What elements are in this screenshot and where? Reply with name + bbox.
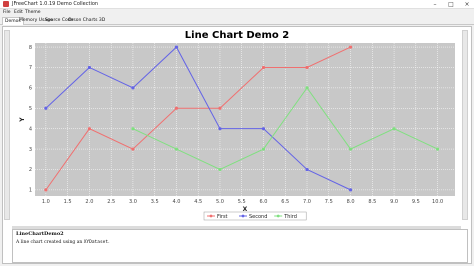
data-point-second	[218, 127, 222, 131]
x-tick-label: 6.5	[281, 199, 289, 205]
description-panel: LineChartDemo2 A line chart created usin…	[12, 229, 468, 263]
y-tick-label: 4	[29, 126, 32, 132]
data-point-third	[131, 127, 135, 131]
data-point-first	[44, 188, 48, 192]
data-point-second	[131, 86, 135, 90]
data-point-second	[87, 65, 92, 70]
x-tick-label: 7.0	[303, 199, 311, 205]
x-tick-label: 6.0	[260, 199, 268, 205]
y-tick-label: 5	[29, 106, 32, 112]
description-text: A line chart created using an XYDataset.	[16, 240, 110, 245]
x-tick-label: 1.0	[42, 199, 50, 205]
x-tick-label: 9.5	[412, 199, 420, 205]
x-tick-label: 8.0	[347, 199, 355, 205]
x-tick-label: 1.5	[64, 199, 72, 205]
legend-marker-third	[276, 214, 280, 218]
data-point-first	[131, 147, 135, 151]
legend-marker-second	[241, 214, 245, 218]
data-point-second	[44, 106, 48, 110]
legend-label-second: Second	[249, 214, 267, 220]
x-tick-label: 5.0	[216, 199, 224, 205]
x-tick-label: 4.0	[172, 199, 180, 205]
data-point-first	[305, 65, 309, 70]
y-tick-label: 1	[29, 188, 32, 194]
data-point-second	[261, 127, 266, 131]
data-point-second	[174, 45, 179, 49]
y-tick-label: 8	[29, 45, 32, 51]
x-tick-label: 5.5	[238, 199, 246, 205]
y-tick-label: 7	[29, 65, 32, 71]
x-tick-label: 2.0	[85, 199, 93, 205]
x-tick-label: 4.5	[194, 199, 202, 205]
description-title: LineChartDemo2	[16, 231, 64, 237]
legend-marker-first	[209, 214, 213, 218]
legend-label-first: First	[217, 214, 228, 220]
x-tick-label: 2.5	[107, 199, 115, 205]
data-point-first	[261, 65, 266, 70]
data-point-third	[218, 167, 222, 172]
y-tick-label: 3	[29, 147, 32, 153]
x-tick-label: 9.0	[390, 199, 398, 205]
data-point-third	[261, 147, 266, 151]
description-text-suffix: .	[108, 240, 110, 245]
data-point-third	[392, 127, 396, 131]
data-point-first	[174, 106, 179, 110]
x-tick-label: 8.5	[368, 199, 376, 205]
description-text-prefix: A line chart created using an	[16, 240, 84, 245]
data-point-third	[174, 147, 179, 151]
x-tick-label: 10.0	[432, 199, 443, 205]
x-tick-label: 3.5	[151, 199, 159, 205]
description-code: XYDataset	[83, 240, 109, 245]
data-point-third	[348, 147, 353, 151]
y-tick-label: 2	[29, 167, 32, 173]
data-point-first	[87, 127, 92, 131]
legend-label-third: Third	[283, 214, 297, 220]
data-point-third	[305, 86, 309, 90]
x-tick-label: 7.5	[325, 199, 333, 205]
data-point-first	[218, 106, 222, 110]
plot-area	[35, 43, 455, 196]
data-point-second	[348, 188, 353, 192]
data-point-second	[305, 167, 309, 172]
data-point-first	[348, 45, 353, 49]
data-point-third	[435, 147, 440, 151]
y-tick-label: 6	[29, 86, 32, 92]
x-tick-label: 3.0	[129, 199, 137, 205]
y-axis-label: Y	[19, 117, 26, 123]
